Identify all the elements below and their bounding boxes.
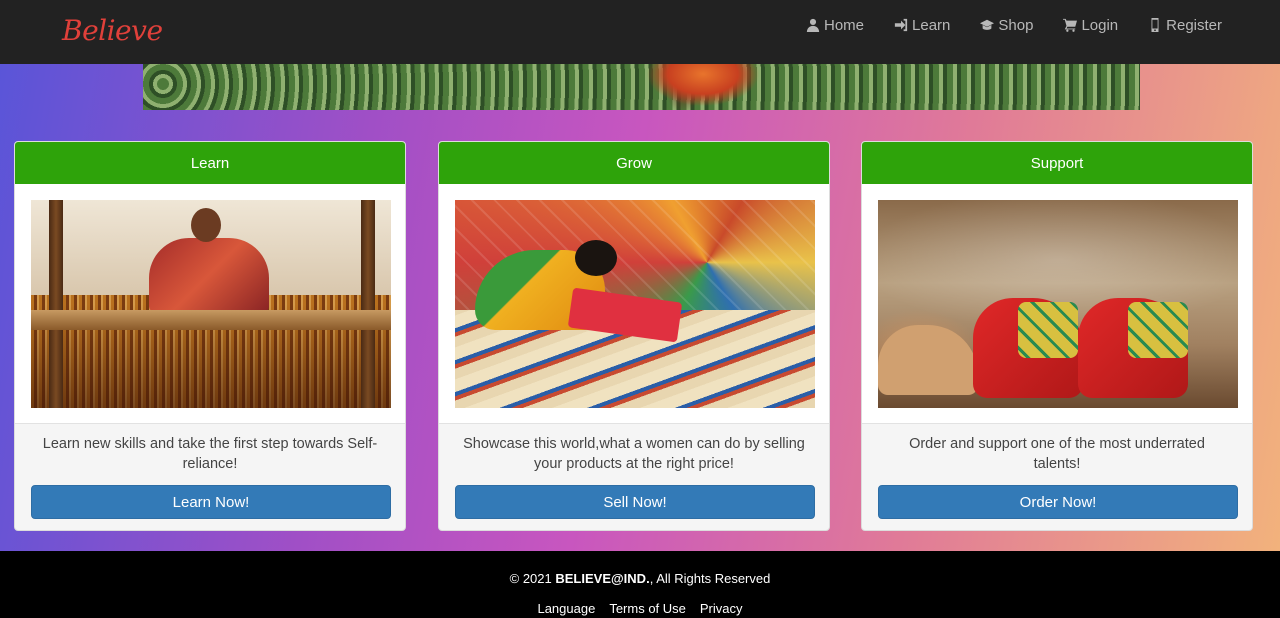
card-learn: Learn Learn new skills and take the firs… bbox=[14, 141, 406, 531]
nav-shop[interactable]: Shop bbox=[980, 17, 1033, 34]
sign-in-icon bbox=[894, 18, 908, 32]
footer: © 2021 BELIEVE@IND., All Rights Reserved… bbox=[0, 551, 1280, 618]
footer-link-terms[interactable]: Terms of Use bbox=[609, 601, 686, 616]
card-image-wrap bbox=[15, 184, 405, 424]
graduation-cap-icon bbox=[980, 19, 995, 30]
nav-home[interactable]: Home bbox=[806, 17, 864, 34]
weaver-at-loom-image bbox=[31, 200, 391, 408]
card-image-wrap bbox=[862, 184, 1252, 424]
nav-register[interactable]: Register bbox=[1148, 17, 1222, 34]
elephant-figurines-image bbox=[878, 200, 1238, 408]
copyright-prefix: © 2021 bbox=[509, 571, 556, 586]
user-icon bbox=[806, 18, 820, 32]
nav-home-label: Home bbox=[824, 16, 865, 34]
painter-artwork-image bbox=[455, 200, 815, 408]
card-title: Support bbox=[862, 142, 1252, 184]
card-title: Grow bbox=[439, 142, 829, 184]
copyright-text: © 2021 BELIEVE@IND., All Rights Reserved bbox=[0, 571, 1280, 586]
copyright-suffix: , All Rights Reserved bbox=[649, 571, 771, 586]
nav-shop-label: Shop bbox=[998, 16, 1034, 34]
hero-banner-image bbox=[143, 64, 1140, 110]
nav-links: Home Learn Shop Login Register bbox=[806, 0, 1222, 50]
card-grow: Grow Showcase this world,what a women ca… bbox=[438, 141, 830, 531]
footer-links: Language Terms of Use Privacy bbox=[0, 601, 1280, 616]
card-description: Showcase this world,what a women can do … bbox=[463, 436, 805, 472]
card-description: Order and support one of the most underr… bbox=[909, 436, 1205, 472]
sell-now-button[interactable]: Sell Now! bbox=[455, 485, 815, 519]
feature-cards: Learn Learn new skills and take the firs… bbox=[14, 141, 1254, 531]
shopping-cart-icon bbox=[1063, 18, 1078, 32]
nav-register-label: Register bbox=[1166, 16, 1222, 34]
navbar: Believe Home Learn Shop Login Register bbox=[0, 0, 1280, 64]
brand-logo[interactable]: Believe bbox=[62, 14, 163, 47]
card-support: Support Order and support one of the mos… bbox=[861, 141, 1253, 531]
learn-now-button[interactable]: Learn Now! bbox=[31, 485, 391, 519]
nav-login-label: Login bbox=[1081, 16, 1119, 34]
mobile-phone-icon bbox=[1151, 18, 1159, 32]
nav-login[interactable]: Login bbox=[1063, 17, 1118, 34]
card-title: Learn bbox=[15, 142, 405, 184]
card-image-wrap bbox=[439, 184, 829, 424]
nav-learn[interactable]: Learn bbox=[894, 17, 950, 34]
footer-link-language[interactable]: Language bbox=[537, 601, 595, 616]
nav-learn-label: Learn bbox=[912, 16, 951, 34]
copyright-brand: BELIEVE@IND. bbox=[555, 571, 650, 586]
card-description: Learn new skills and take the first step… bbox=[42, 436, 378, 472]
main-section: Learn Learn new skills and take the firs… bbox=[0, 64, 1280, 551]
order-now-button[interactable]: Order Now! bbox=[878, 485, 1238, 519]
footer-link-privacy[interactable]: Privacy bbox=[700, 601, 743, 616]
